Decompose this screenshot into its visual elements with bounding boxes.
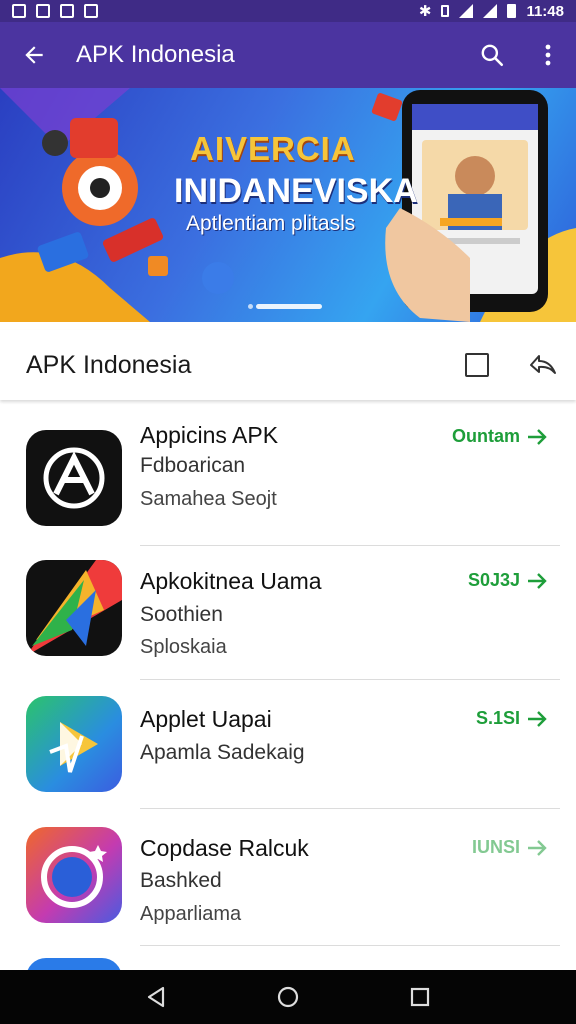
app-name: Appicins APK xyxy=(140,422,279,448)
app-category: Bashked xyxy=(140,869,222,892)
search-button[interactable] xyxy=(464,22,520,88)
signal-icon xyxy=(483,4,498,18)
square-recents-icon xyxy=(410,987,430,1007)
back-button[interactable] xyxy=(0,22,68,88)
gallery-notification-icon xyxy=(12,4,26,18)
system-status: ✱ 11:48 xyxy=(418,2,564,21)
system-navigation-bar xyxy=(0,970,576,1024)
banner-subtitle: INIDANEVISKA xyxy=(174,172,418,210)
app-icon xyxy=(26,560,122,656)
download-arrow-icon xyxy=(528,572,547,589)
app-category: Apamla Sadekaig xyxy=(140,741,305,764)
app-icon xyxy=(26,696,122,792)
bookmark-button[interactable] xyxy=(444,330,510,400)
app-bar: APK Indonesia xyxy=(0,22,576,88)
circle-home-icon xyxy=(277,986,299,1008)
search-icon xyxy=(481,44,504,67)
app-name: Applet Uapai xyxy=(140,706,272,732)
nav-home-button[interactable] xyxy=(268,977,308,1017)
clock: 11:48 xyxy=(526,2,564,20)
app-developer: Apparliama xyxy=(140,903,242,925)
square-icon xyxy=(465,353,489,377)
chat-notification-icon xyxy=(84,4,98,18)
status-bar: ✱ 11:48 xyxy=(0,0,576,22)
arrow-left-icon xyxy=(25,46,43,64)
overflow-menu-button[interactable] xyxy=(520,22,576,88)
download-label: S0J3J xyxy=(467,570,520,590)
download-arrow-icon xyxy=(528,710,547,727)
download-button[interactable]: S.1SI xyxy=(476,708,548,729)
download-arrow-icon xyxy=(528,839,547,856)
download-label: Ountam xyxy=(451,426,520,446)
bluetooth-icon: ✱ xyxy=(418,3,432,20)
settings-notification-icon xyxy=(60,4,74,18)
app-developer: Samahea Seojt xyxy=(140,488,277,510)
vibrate-icon xyxy=(441,5,450,17)
download-label: IUNSI xyxy=(471,837,520,857)
download-arrow-icon xyxy=(528,428,547,445)
app-name: Copdase Ralcuk xyxy=(140,835,309,861)
app-name: Apkokitnea Uama xyxy=(140,568,322,594)
row-divider xyxy=(140,679,560,680)
download-button[interactable]: IUNSI xyxy=(472,837,548,858)
nav-back-button[interactable] xyxy=(136,977,176,1017)
promo-banner[interactable]: AIVERCIA INIDANEVISKA Aptlentiam plitasl… xyxy=(0,88,576,322)
share-button[interactable] xyxy=(510,330,576,400)
share-icon xyxy=(530,355,556,374)
app-developer: Sploskaia xyxy=(140,636,227,658)
nav-recents-button[interactable] xyxy=(400,977,440,1017)
wifi-icon xyxy=(459,4,474,18)
app-category: Soothien xyxy=(140,603,223,626)
triangle-back-icon xyxy=(147,986,165,1008)
notification-icons xyxy=(12,4,98,18)
banner-page-indicator xyxy=(248,304,322,309)
app-icon xyxy=(26,430,122,526)
download-button[interactable]: Ountam xyxy=(452,426,548,447)
banner-title: AIVERCIA xyxy=(190,130,356,167)
more-vertical-icon xyxy=(545,44,551,66)
download-button[interactable]: S0J3J xyxy=(468,570,548,591)
app-category: Fdboarican xyxy=(140,454,246,477)
check-notification-icon xyxy=(36,4,50,18)
section-title: APK Indonesia xyxy=(26,350,192,379)
row-divider xyxy=(140,808,560,809)
battery-icon xyxy=(507,4,517,18)
row-divider xyxy=(140,545,560,546)
section-header: APK Indonesia xyxy=(0,330,576,400)
row-divider xyxy=(140,945,560,946)
download-label: S.1SI xyxy=(475,708,520,728)
app-icon xyxy=(26,827,122,923)
app-bar-title: APK Indonesia xyxy=(76,41,235,68)
banner-tagline: Aptlentiam plitasls xyxy=(186,212,356,235)
